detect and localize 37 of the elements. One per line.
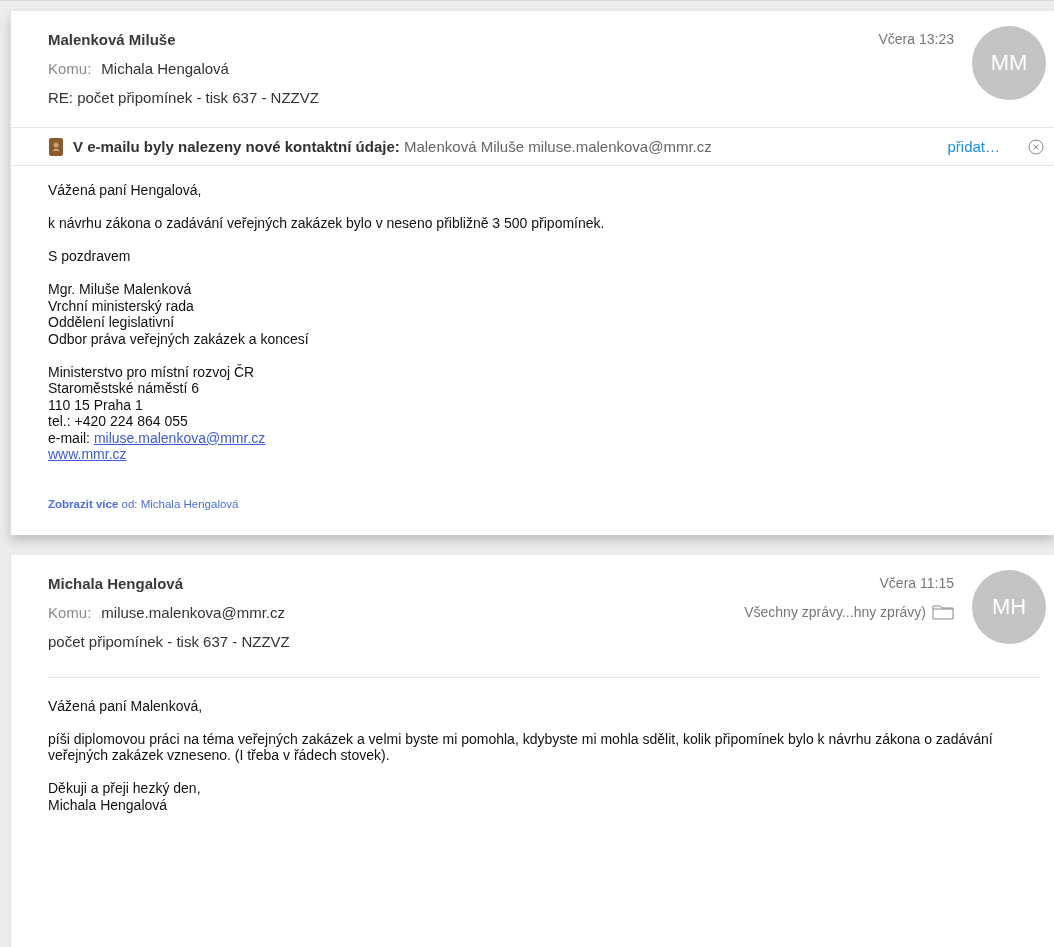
- email-link[interactable]: miluse.malenkova@mmr.cz: [93, 429, 266, 446]
- recipient-name: Michala Hengalová: [101, 59, 229, 79]
- body-text: tel.: +420 224 864 055: [48, 413, 189, 430]
- body-text: Děkuji a přeji hezký den,: [48, 780, 202, 797]
- mailbox-text: Všechny zprávy...hny zprávy): [744, 602, 926, 622]
- body-text: S pozdravem: [48, 248, 132, 265]
- body-text: Oddělení legislativní: [48, 314, 176, 331]
- body-text: Michala Hengalová: [48, 796, 169, 813]
- body-text: Odbor práva veřejných zakázek a koncesí: [48, 330, 310, 347]
- body-text: Mgr. Miluše Malenková: [48, 281, 193, 298]
- show-more-link[interactable]: Zobrazit více od: Michala Hengalová: [48, 496, 239, 513]
- to-label: Komu:: [48, 59, 92, 79]
- body-text: Vážená paní Malenková,: [48, 697, 204, 714]
- sender-name: Malenková Miluše: [48, 30, 177, 50]
- folder-icon[interactable]: [932, 604, 954, 620]
- body-text: k návrhu zákona o zadávání veřejných zakázek bylo v neseno přibližně 3 500 připomínek.: [48, 215, 606, 232]
- body-text: Vrchní ministerský rada: [48, 297, 195, 314]
- add-link[interactable]: přidat…: [947, 138, 1000, 155]
- subject-text: RE: počet připomínek - tisk 637 - NZZVZ: [48, 88, 320, 108]
- date-text: Včera 13:23: [878, 30, 954, 49]
- recipient-name: miluse.malenkova@mmr.cz: [101, 602, 285, 623]
- email-line: e-mail: miluse.malenkova@mmr.cz: [48, 429, 267, 446]
- contact-banner-text: V e-mailu byly nalezeny nové kontaktní údaje: Malenková Miluše miluse.malenkova@mmr.cz: [73, 138, 713, 155]
- date-text: Včera 11:15: [879, 573, 954, 593]
- body-text: Vážená paní Hengalová,: [48, 182, 203, 199]
- close-icon[interactable]: [1028, 138, 1044, 155]
- body-text: 110 15 Praha 1: [48, 396, 144, 413]
- website-link[interactable]: www.mmr.cz: [48, 446, 127, 462]
- body-text: Staroměstské náměstí 6: [48, 380, 200, 397]
- address-book-icon: [49, 137, 63, 156]
- avatar: MH: [972, 569, 1046, 644]
- body-text: píši diplomovou práci na téma veřejných zakázek a velmi byste mi pomohla, kdybyste mi mohla sdělit, kolik připomínek bylo k návrhu zákona o zadávání veřejných zakázek vzneseno. (I třeba v řádech stovek).: [48, 730, 994, 764]
- subject-text: počet připomínek - tisk 637 - NZZVZ: [48, 631, 291, 652]
- body-text: Ministerstvo pro místní rozvoj ČR: [48, 363, 256, 380]
- avatar: MM: [972, 26, 1046, 100]
- sender-name: Michala Hengalová: [48, 573, 185, 594]
- to-label: Komu:: [48, 602, 92, 623]
